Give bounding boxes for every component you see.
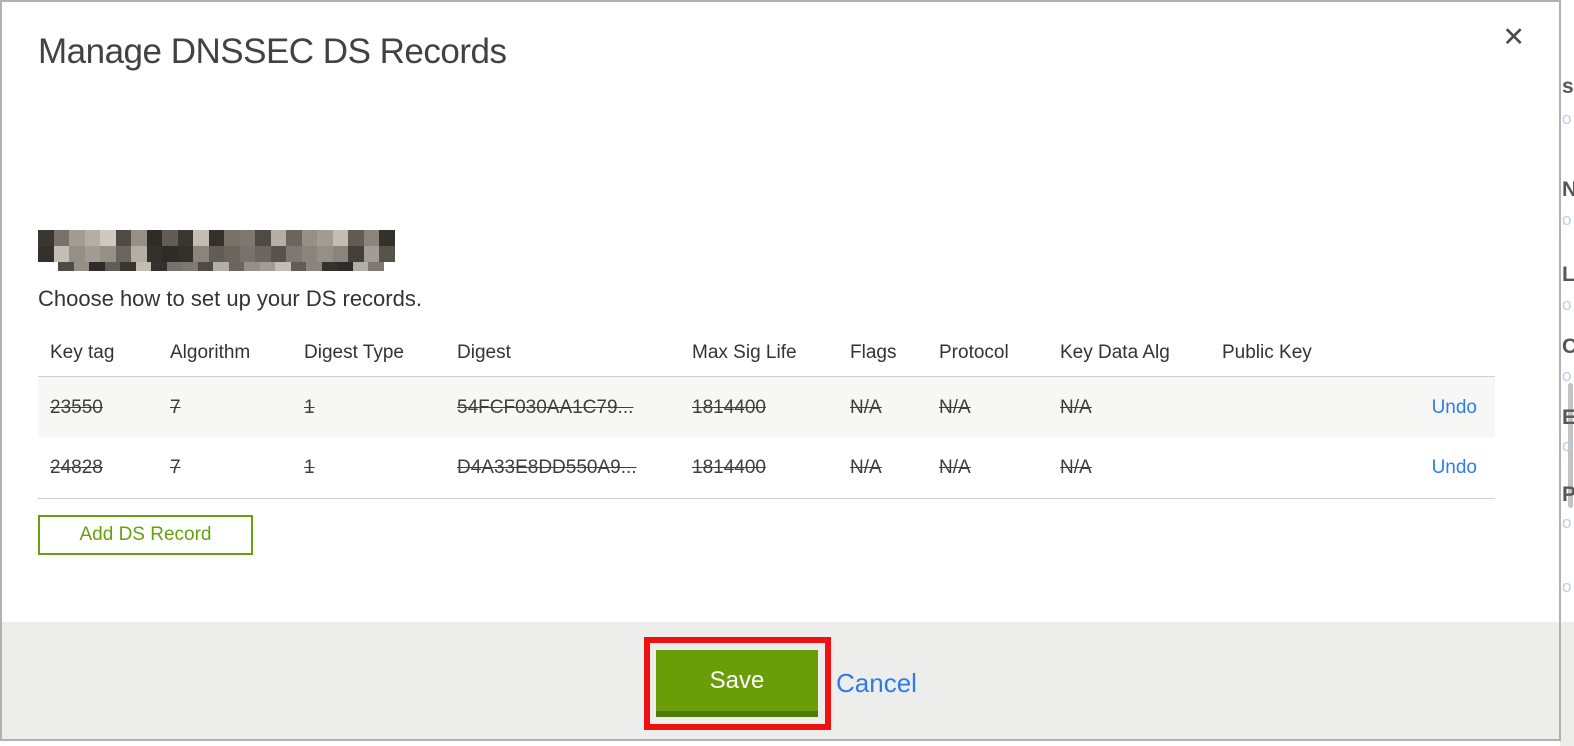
cell-key-tag: 23550 xyxy=(50,396,103,418)
background-text-fragment: o xyxy=(1562,577,1572,596)
cell-protocol: N/A xyxy=(939,457,971,478)
col-header-algorithm: Algorithm xyxy=(170,342,251,363)
cell-digest: 54FCF030AA1C79... xyxy=(457,396,634,418)
col-header-protocol: Protocol xyxy=(939,342,1009,363)
page-title: Manage DNSSEC DS Records xyxy=(38,32,507,71)
background-text-fragment: s xyxy=(1562,75,1574,98)
cell-flags: N/A xyxy=(850,396,882,418)
annotation-highlight-box: Save xyxy=(644,637,831,730)
background-page-footer xyxy=(1560,622,1574,746)
dialog-footer: Save Cancel xyxy=(2,622,1559,739)
background-page-edge: soNoLoCoEoPoo xyxy=(1560,0,1574,746)
background-text-fragment: N xyxy=(1562,178,1574,201)
col-header-flags: Flags xyxy=(850,342,897,363)
cell-protocol: N/A xyxy=(939,396,971,418)
redacted-domain xyxy=(38,230,395,262)
cell-digest: D4A33E8DD550A9... xyxy=(457,457,637,478)
table-header-row: Key tag Algorithm Digest Type Digest Max… xyxy=(38,332,1495,377)
background-text-fragment: E xyxy=(1562,406,1574,429)
col-header-digest-type: Digest Type xyxy=(304,342,404,363)
background-text-fragment: o xyxy=(1562,109,1572,128)
background-text-fragment: o xyxy=(1562,295,1572,314)
intro-text: Choose how to set up your DS records. xyxy=(38,286,422,311)
cancel-link[interactable]: Cancel xyxy=(836,668,917,699)
col-header-public-key: Public Key xyxy=(1222,342,1312,363)
cell-digest-type: 1 xyxy=(304,396,315,418)
background-text-fragment: P xyxy=(1562,483,1574,506)
undo-link[interactable]: Undo xyxy=(1432,397,1477,418)
col-header-key-data-alg: Key Data Alg xyxy=(1060,342,1170,363)
background-text-fragment: o xyxy=(1562,366,1572,385)
table-row: 23550 7 1 54FCF030AA1C79... 1814400 N/A … xyxy=(38,377,1495,438)
add-ds-record-button[interactable]: Add DS Record xyxy=(38,515,253,555)
cell-max-sig-life: 1814400 xyxy=(692,396,766,418)
cell-max-sig-life: 1814400 xyxy=(692,457,766,478)
ds-records-table: Key tag Algorithm Digest Type Digest Max… xyxy=(38,332,1495,499)
col-header-max-sig-life: Max Sig Life xyxy=(692,342,797,363)
col-header-digest: Digest xyxy=(457,342,511,363)
cell-digest-type: 1 xyxy=(304,457,315,478)
undo-link[interactable]: Undo xyxy=(1432,457,1477,478)
cell-flags: N/A xyxy=(850,457,882,478)
close-icon[interactable]: ✕ xyxy=(1502,24,1525,51)
background-text-fragment: C xyxy=(1562,335,1574,358)
redacted-domain-underline xyxy=(58,262,384,271)
table-row: 24828 7 1 D4A33E8DD550A9... 1814400 N/A … xyxy=(38,438,1495,499)
cell-algorithm: 7 xyxy=(170,396,181,418)
cell-key-tag: 24828 xyxy=(50,457,103,478)
save-button[interactable]: Save xyxy=(656,650,818,717)
background-text-fragment: o xyxy=(1562,436,1572,455)
cell-key-data-alg: N/A xyxy=(1060,457,1092,478)
background-text-fragment: o xyxy=(1562,210,1572,229)
cell-algorithm: 7 xyxy=(170,457,181,478)
manage-dnssec-dialog: ✕ Manage DNSSEC DS Records Choose how to… xyxy=(0,0,1561,741)
col-header-key-tag: Key tag xyxy=(50,342,115,363)
background-text-fragment: L xyxy=(1562,263,1574,286)
cell-key-data-alg: N/A xyxy=(1060,396,1092,418)
background-text-fragment: o xyxy=(1562,513,1572,532)
